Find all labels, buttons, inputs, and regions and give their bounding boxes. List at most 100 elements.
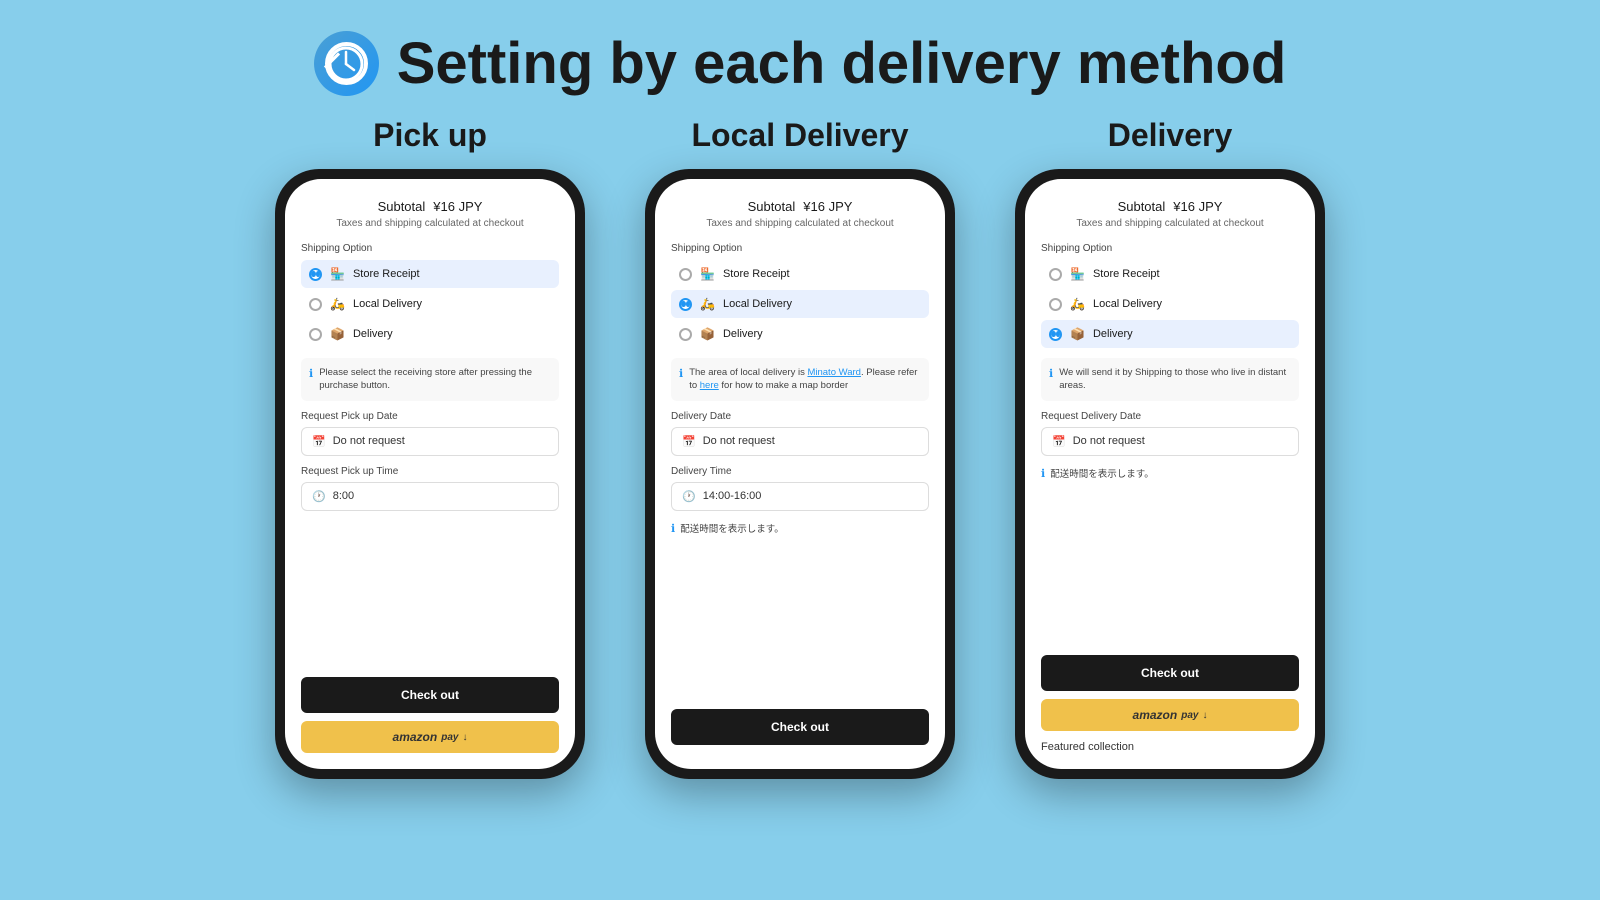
- local-option-local-delivery[interactable]: 🛵 Local Delivery: [671, 290, 929, 318]
- info-icon-delivery-jp: ℹ: [1041, 467, 1045, 480]
- local-radio-local: [679, 298, 692, 311]
- delivery-subtotal-label: Subtotal: [1118, 199, 1166, 214]
- pickup-date-input[interactable]: 📅 Do not request: [301, 427, 559, 456]
- local-delivery-icon: 🛵: [330, 297, 345, 311]
- delivery-phone-screen: Subtotal ¥16 JPY Taxes and shipping calc…: [1025, 179, 1315, 769]
- local-subtotal-amount: ¥16 JPY: [803, 199, 852, 214]
- local-info-box: ℹ The area of local delivery is Minato W…: [671, 358, 929, 401]
- local-delivery-section: Local Delivery Subtotal ¥16 JPY Taxes an…: [645, 117, 955, 779]
- delivery-subtotal-amount: ¥16 JPY: [1173, 199, 1222, 214]
- delivery-shipping-label: Shipping Option: [1041, 243, 1299, 254]
- delivery-japanese-text: 配送時間を表示します。: [1050, 466, 1154, 480]
- pickup-time-label: Request Pick up Time: [301, 466, 559, 477]
- delivery-store-icon: 🏪: [1070, 267, 1085, 281]
- pickup-info-box: ℹ Please select the receiving store afte…: [301, 358, 559, 401]
- pickup-option-local-delivery[interactable]: 🛵 Local Delivery: [301, 290, 559, 318]
- local-time-input[interactable]: 🕐 14:00-16:00: [671, 482, 929, 511]
- delivery-radio-local: [1049, 298, 1062, 311]
- pickup-amazon-pay-label: amazon: [393, 730, 438, 744]
- pickup-option-delivery[interactable]: 📦 Delivery: [301, 320, 559, 348]
- pickup-radio-store: [309, 268, 322, 281]
- minato-ward-link[interactable]: Minato Ward: [807, 367, 861, 378]
- info-icon-local: ℹ: [679, 367, 683, 393]
- local-info-text: The area of local delivery is Minato War…: [689, 366, 921, 393]
- delivery-shipping-options: 🏪 Store Receipt 🛵 Local Delivery 📦 Deliv…: [1041, 260, 1299, 348]
- page-header: Setting by each delivery method: [314, 30, 1287, 97]
- local-local-label: Local Delivery: [723, 298, 792, 310]
- pickup-option-store-receipt[interactable]: 🏪 Store Receipt: [301, 260, 559, 288]
- local-date-value: Do not request: [703, 435, 775, 447]
- local-japanese-info: ℹ 配送時間を表示します。: [671, 521, 929, 535]
- pickup-radio-local: [309, 298, 322, 311]
- delivery-featured-label: Featured collection: [1041, 741, 1299, 753]
- delivery-radio-store: [1049, 268, 1062, 281]
- phones-container: Pick up Subtotal ¥16 JPY Taxes and shipp…: [0, 117, 1600, 779]
- local-store-icon: 🏪: [700, 267, 715, 281]
- calendar-icon-local: 📅: [682, 435, 696, 448]
- local-option-delivery[interactable]: 📦 Delivery: [671, 320, 929, 348]
- local-date-label: Delivery Date: [671, 411, 929, 422]
- local-option-store-receipt[interactable]: 🏪 Store Receipt: [671, 260, 929, 288]
- local-delivery-phone-screen: Subtotal ¥16 JPY Taxes and shipping calc…: [655, 179, 945, 769]
- delivery-option-store-receipt[interactable]: 🏪 Store Receipt: [1041, 260, 1299, 288]
- pickup-subtotal-label: Subtotal: [378, 199, 426, 214]
- delivery-amazon-label: amazon: [1133, 708, 1178, 722]
- pickup-date-label: Request Pick up Date: [301, 411, 559, 422]
- pickup-shipping-label: Shipping Option: [301, 243, 559, 254]
- pickup-checkout-button[interactable]: Check out: [301, 677, 559, 713]
- delivery-delivery-icon: 📦: [1070, 327, 1085, 341]
- logo-icon: [314, 31, 379, 96]
- here-link[interactable]: here: [700, 380, 719, 391]
- delivery-date-value: Do not request: [1073, 435, 1145, 447]
- delivery-checkout-button[interactable]: Check out: [1041, 655, 1299, 691]
- calendar-icon-pickup: 📅: [312, 435, 326, 448]
- pickup-shipping-options: 🏪 Store Receipt 🛵 Local Delivery 📦 Deliv…: [301, 260, 559, 348]
- pickup-delivery-label: Delivery: [353, 328, 393, 340]
- pickup-info-text: Please select the receiving store after …: [319, 366, 551, 393]
- delivery-date-input[interactable]: 📅 Do not request: [1041, 427, 1299, 456]
- delivery-japanese-info: ℹ 配送時間を表示します。: [1041, 466, 1299, 480]
- info-icon-local-jp: ℹ: [671, 522, 675, 535]
- delivery-amazon-pay-button[interactable]: amazon pay ↓: [1041, 699, 1299, 731]
- calendar-icon-delivery: 📅: [1052, 435, 1066, 448]
- pickup-store-label: Store Receipt: [353, 268, 420, 280]
- delivery-section-label: Delivery: [1108, 117, 1233, 154]
- delivery-option-delivery[interactable]: 📦 Delivery: [1041, 320, 1299, 348]
- local-delivery-icon2: 🛵: [700, 297, 715, 311]
- local-japanese-text: 配送時間を表示します。: [680, 521, 784, 535]
- local-delivery-icon3: 📦: [700, 327, 715, 341]
- info-icon-delivery: ℹ: [1049, 367, 1053, 393]
- pickup-date-value: Do not request: [333, 435, 405, 447]
- local-delivery-label: Local Delivery: [692, 117, 909, 154]
- pickup-local-label: Local Delivery: [353, 298, 422, 310]
- delivery-date-label: Request Delivery Date: [1041, 411, 1299, 422]
- amazon-arrow-pickup: ↓: [462, 732, 467, 743]
- pickup-time-input[interactable]: 🕐 8:00: [301, 482, 559, 511]
- pickup-taxes-note: Taxes and shipping calculated at checkou…: [301, 218, 559, 229]
- delivery-info-box: ℹ We will send it by Shipping to those w…: [1041, 358, 1299, 401]
- pickup-amazon-pay-button[interactable]: amazon pay ↓: [301, 721, 559, 753]
- store-icon: 🏪: [330, 267, 345, 281]
- local-subtotal-row: Subtotal ¥16 JPY: [671, 199, 929, 214]
- delivery-option-local[interactable]: 🛵 Local Delivery: [1041, 290, 1299, 318]
- delivery-local-icon: 🛵: [1070, 297, 1085, 311]
- local-date-input[interactable]: 📅 Do not request: [671, 427, 929, 456]
- local-checkout-button[interactable]: Check out: [671, 709, 929, 745]
- delivery-info-text: We will send it by Shipping to those who…: [1059, 366, 1291, 393]
- pickup-subtotal-row: Subtotal ¥16 JPY: [301, 199, 559, 214]
- delivery-taxes-note: Taxes and shipping calculated at checkou…: [1041, 218, 1299, 229]
- local-shipping-options: 🏪 Store Receipt 🛵 Local Delivery 📦 Deliv…: [671, 260, 929, 348]
- page-title: Setting by each delivery method: [397, 30, 1287, 97]
- info-icon-pickup: ℹ: [309, 367, 313, 393]
- local-delivery-phone-frame: Subtotal ¥16 JPY Taxes and shipping calc…: [645, 169, 955, 779]
- pickup-radio-delivery: [309, 328, 322, 341]
- delivery-delivery-label: Delivery: [1093, 328, 1133, 340]
- pickup-phone-frame: Subtotal ¥16 JPY Taxes and shipping calc…: [275, 169, 585, 779]
- local-time-label: Delivery Time: [671, 466, 929, 477]
- pickup-label: Pick up: [373, 117, 487, 154]
- local-time-value: 14:00-16:00: [703, 490, 762, 502]
- delivery-radio-delivery: [1049, 328, 1062, 341]
- pickup-subtotal-amount: ¥16 JPY: [433, 199, 482, 214]
- delivery-icon: 📦: [330, 327, 345, 341]
- clock-icon-pickup: 🕐: [312, 490, 326, 503]
